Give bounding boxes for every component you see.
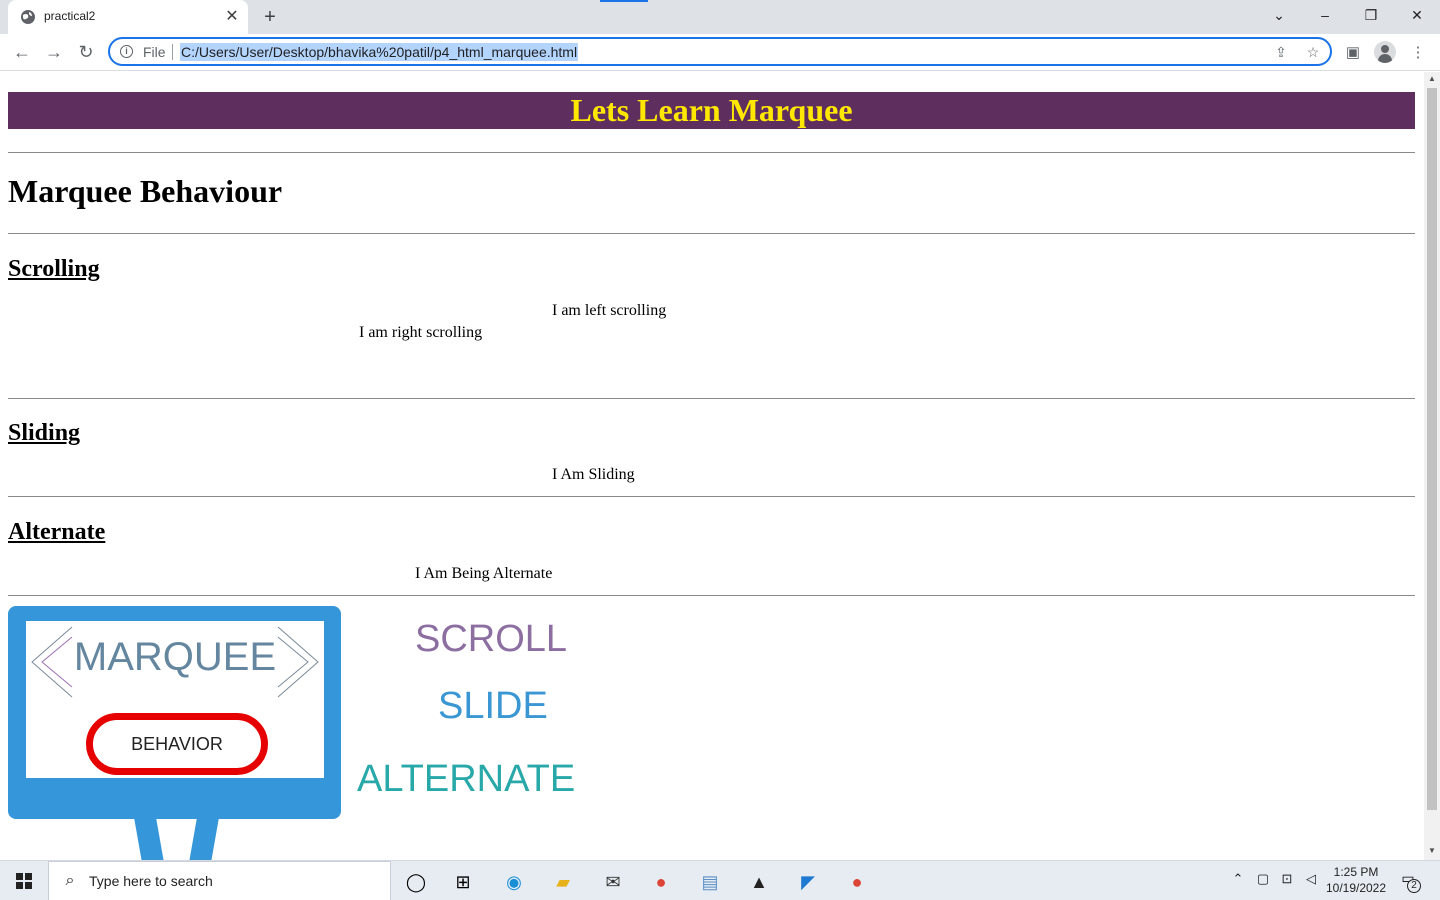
taskbar-search-box[interactable]: ⌕ Type here to search: [48, 861, 391, 900]
slide-word: SLIDE: [438, 685, 548, 727]
notepad-icon[interactable]: ▤: [691, 865, 729, 899]
monitor-screen: MARQUEE BEHAVIOR: [26, 621, 324, 778]
alternate-marquee: I Am Being Alternate: [415, 565, 553, 582]
photos-icon[interactable]: ▲: [740, 865, 778, 899]
file-scheme-label: File: [143, 44, 166, 60]
new-tab-button[interactable]: +: [258, 5, 282, 29]
file-explorer-icon[interactable]: ▰: [544, 865, 582, 899]
restore-button[interactable]: ❐: [1348, 0, 1394, 30]
alternate-heading: Alternate: [8, 519, 106, 545]
divider: [8, 595, 1415, 596]
divider: [8, 233, 1415, 234]
bookmark-star-icon[interactable]: ☆: [1304, 43, 1322, 61]
cortana-icon[interactable]: ◯: [397, 865, 435, 899]
scroll-thumb[interactable]: [1427, 88, 1437, 810]
marquee-word: MARQUEE: [73, 635, 277, 679]
clock-time: 1:25 PM: [1333, 865, 1379, 879]
mail-icon[interactable]: ✉: [594, 865, 632, 899]
close-tab-icon[interactable]: ✕: [222, 7, 242, 27]
scroll-down-arrow-icon[interactable]: ▼: [1424, 844, 1440, 858]
share-icon[interactable]: ⇪: [1272, 43, 1290, 61]
reload-icon[interactable]: ↻: [74, 40, 98, 64]
windows-taskbar: ⌕ Type here to search ◯ ⊞ ◉ ▰ ✉ ● ▤ ▲ ◤ …: [0, 860, 1440, 900]
alternate-word: ALTERNATE: [357, 758, 576, 800]
slide-marquee: I Am Sliding: [552, 466, 635, 483]
left-scroll-marquee: I am left scrolling: [552, 302, 667, 319]
divider: [8, 152, 1415, 153]
monitor-stand-leg: [189, 818, 219, 860]
browser-toolbar: ← → ↻ i File C:/Users/User/Desktop/bhavi…: [0, 34, 1440, 71]
tab-strip: practical2 ✕ + ⌄ – ❐ ✕: [0, 0, 1440, 34]
vertical-scrollbar[interactable]: ▲ ▼: [1424, 72, 1440, 860]
edge-browser-icon[interactable]: ◉: [495, 865, 533, 899]
profile-avatar[interactable]: [1374, 41, 1396, 63]
back-arrow-icon[interactable]: ←: [10, 40, 34, 64]
divider: [8, 398, 1415, 399]
clock-date: 10/19/2022: [1325, 881, 1387, 895]
page-heading: Marquee Behaviour: [8, 173, 283, 209]
right-scroll-marquee: I am right scrolling: [359, 324, 483, 341]
url-text[interactable]: C:/Users/User/Desktop/bhavika%20patil/p4…: [180, 43, 579, 61]
volume-icon[interactable]: ◁: [1302, 871, 1320, 887]
notification-count-badge: 2: [1407, 879, 1421, 893]
network-icon[interactable]: ⊡: [1278, 871, 1296, 887]
minimize-button[interactable]: –: [1302, 0, 1348, 30]
scrolling-heading: Scrolling: [8, 256, 100, 282]
globe-icon: [21, 10, 35, 24]
monitor-stand-leg: [134, 818, 164, 860]
monitor-illustration: MARQUEE BEHAVIOR: [8, 606, 341, 819]
side-panel-icon[interactable]: ▣: [1342, 42, 1364, 64]
sliding-heading: Sliding: [8, 420, 81, 446]
scroll-word: SCROLL: [415, 618, 568, 660]
info-icon[interactable]: i: [120, 45, 133, 58]
behavior-badge: BEHAVIOR: [86, 713, 268, 775]
tab-drag-indicator: [600, 0, 648, 2]
chrome-icon[interactable]: ●: [642, 865, 680, 899]
search-placeholder: Type here to search: [89, 873, 213, 889]
system-clock[interactable]: 1:25 PM 10/19/2022: [1322, 864, 1390, 896]
chrome-active-icon[interactable]: ●: [838, 865, 876, 899]
meet-now-icon[interactable]: ▢: [1254, 871, 1272, 887]
menu-kebab-icon[interactable]: ⋮: [1407, 42, 1429, 64]
divider: [8, 496, 1415, 497]
forward-arrow-icon[interactable]: →: [42, 40, 66, 64]
browser-tab[interactable]: practical2 ✕: [8, 0, 248, 34]
task-view-icon[interactable]: ⊞: [444, 865, 482, 899]
close-window-button[interactable]: ✕: [1394, 0, 1440, 30]
page-viewport: Lets Learn Marquee Marquee Behaviour Scr…: [0, 72, 1424, 860]
tab-title: practical2: [44, 9, 96, 23]
page-banner: Lets Learn Marquee: [8, 92, 1415, 129]
tab-search-icon[interactable]: ⌄: [1256, 0, 1302, 30]
windows-start-icon[interactable]: [16, 873, 32, 889]
vscode-icon[interactable]: ◤: [789, 865, 827, 899]
chevron-up-icon[interactable]: ⌃: [1229, 871, 1247, 887]
scroll-up-arrow-icon[interactable]: ▲: [1424, 72, 1440, 86]
address-divider: [172, 44, 173, 60]
search-icon: ⌕: [65, 872, 75, 889]
address-bar[interactable]: i File C:/Users/User/Desktop/bhavika%20p…: [108, 37, 1332, 66]
